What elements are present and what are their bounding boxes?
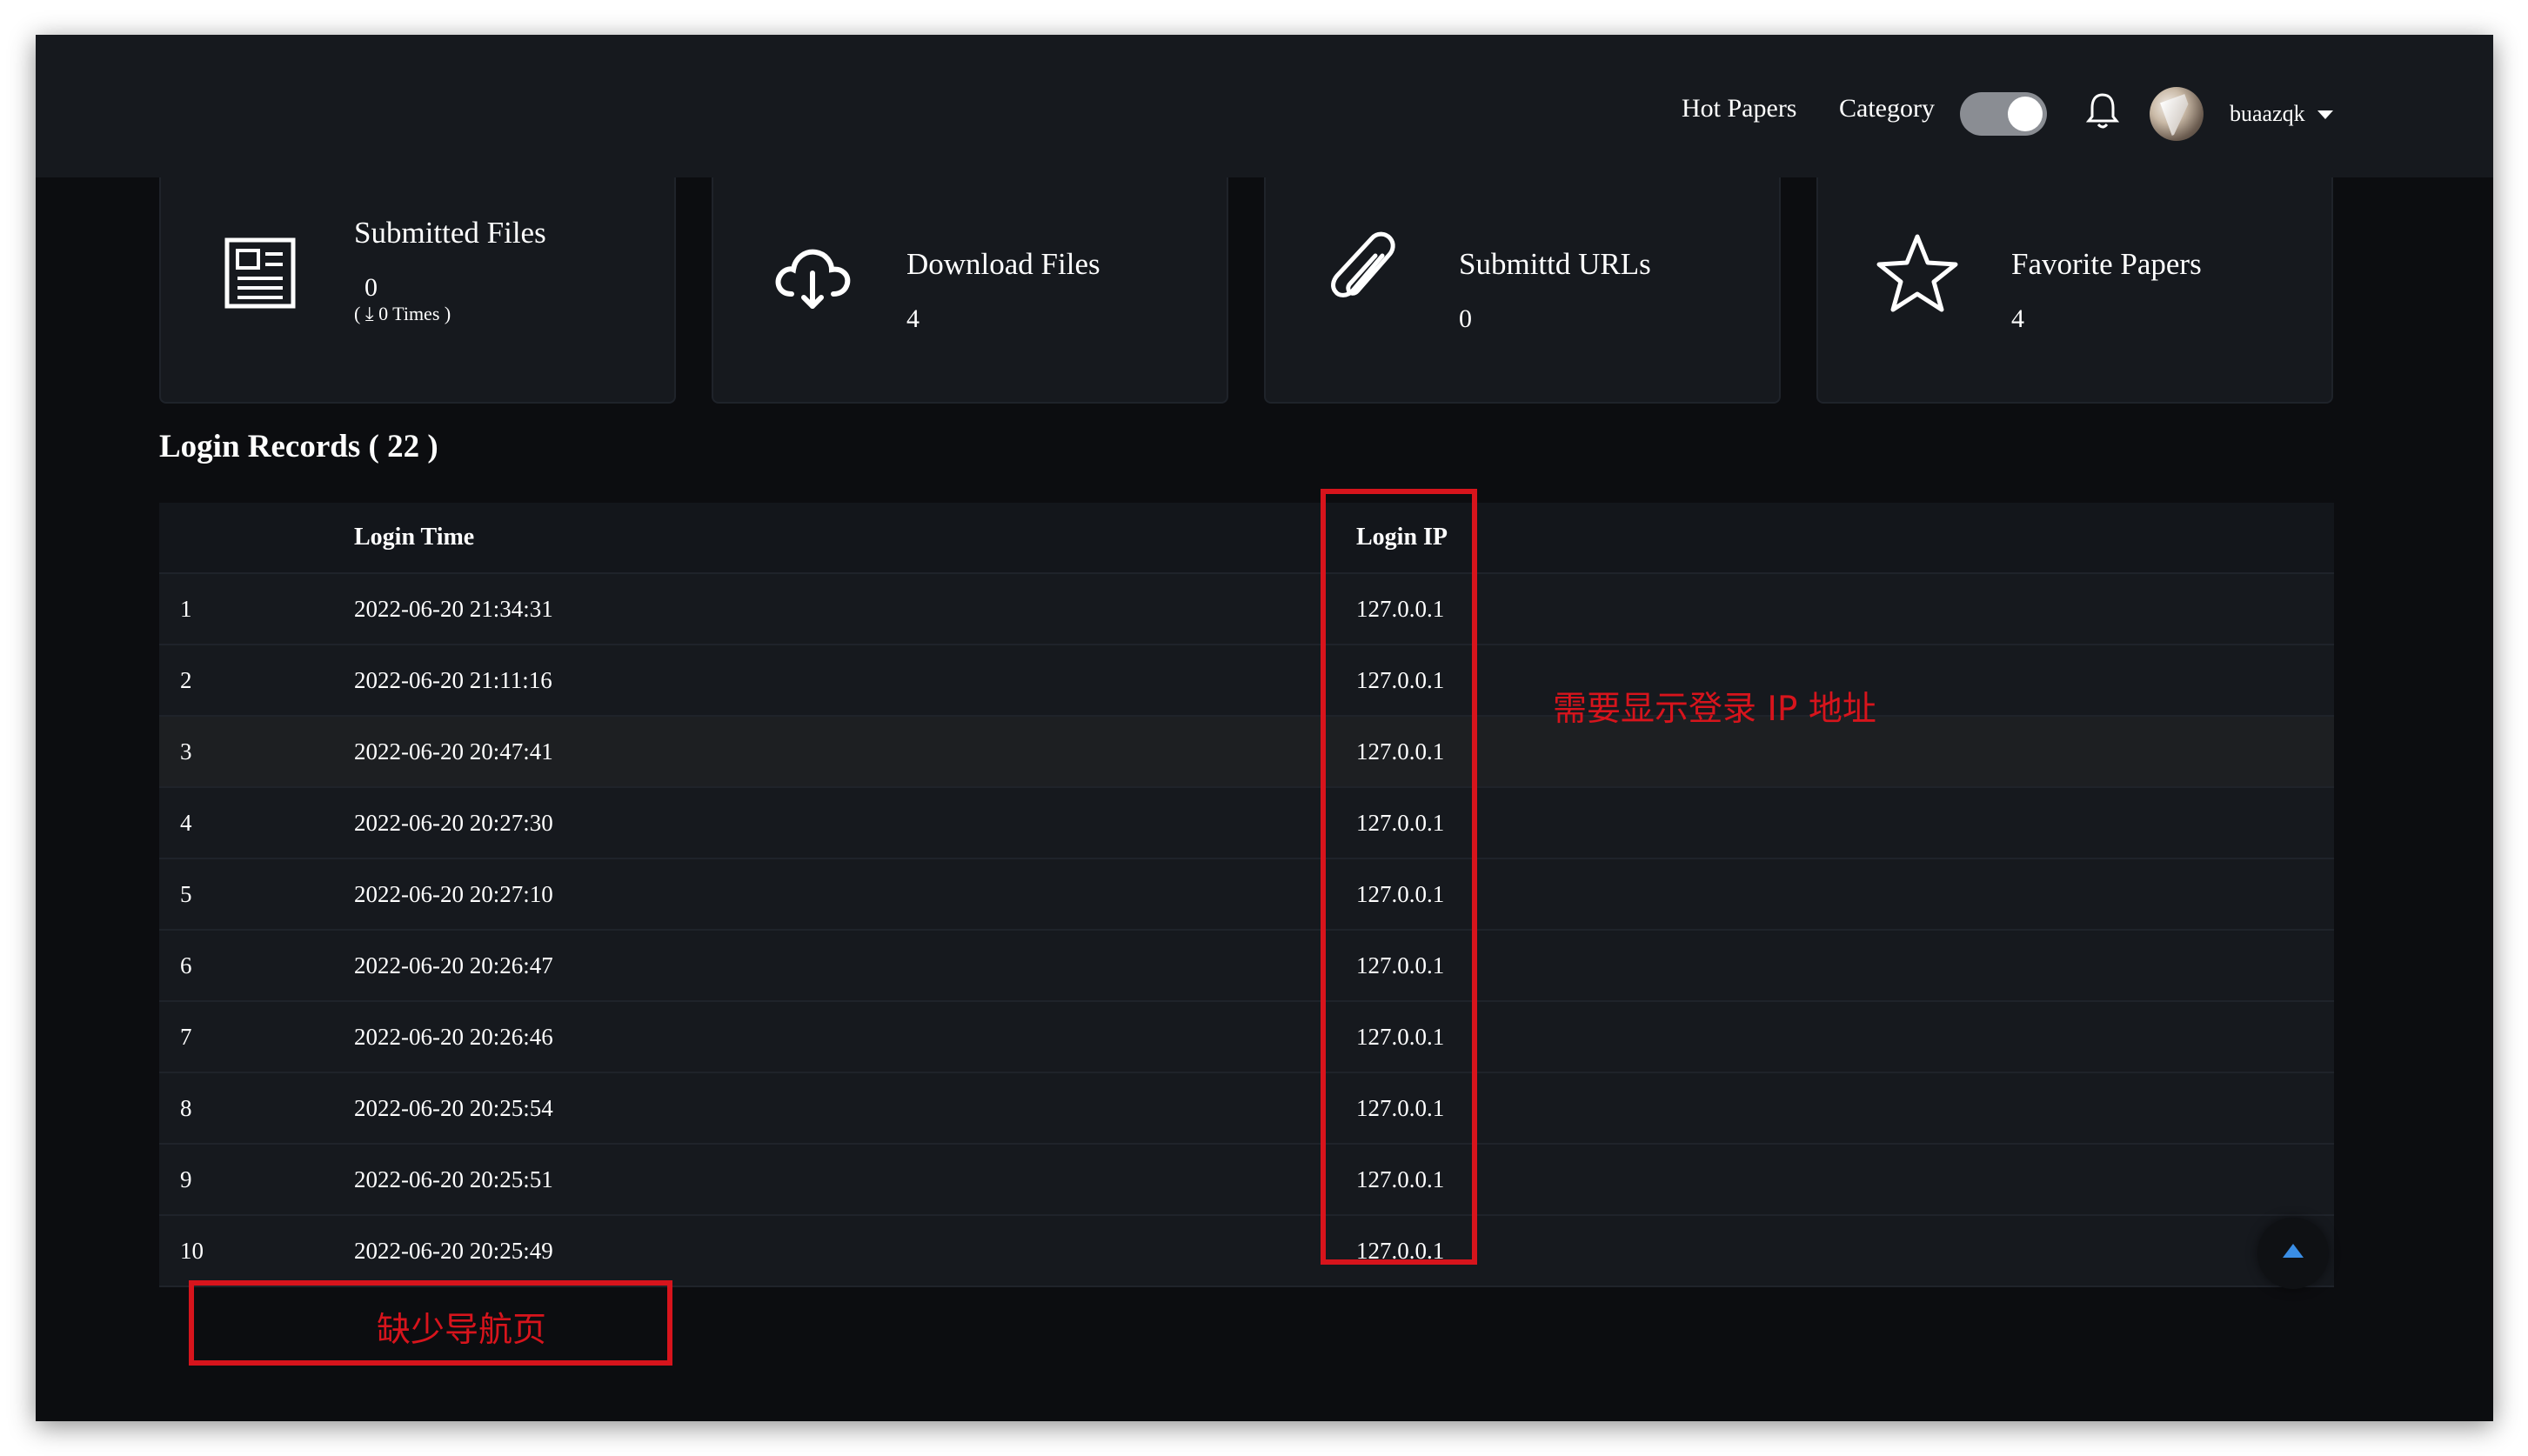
row-login-time: 2022-06-20 20:25:54 bbox=[354, 1095, 553, 1121]
toggle-knob bbox=[2008, 97, 2043, 131]
table-row: 10 2022-06-20 20:25:49 127.0.0.1 bbox=[159, 1216, 2334, 1287]
column-header-login-time: Login Time bbox=[354, 524, 475, 551]
row-login-time: 2022-06-20 20:26:47 bbox=[354, 952, 553, 978]
card-title: Submittd URLs bbox=[1459, 247, 1651, 281]
pagination-annotation-text: 缺少导航页 bbox=[377, 1311, 547, 1350]
row-index: 8 bbox=[180, 1095, 192, 1121]
table-row: 2 2022-06-20 21:11:16 127.0.0.1 bbox=[159, 645, 2334, 717]
card-title: Submitted Files bbox=[354, 216, 546, 250]
card-value: 0 bbox=[1459, 304, 1472, 333]
top-navbar: Hot Papers Category buaazqk bbox=[36, 35, 2493, 177]
row-index: 4 bbox=[180, 810, 192, 836]
bell-icon[interactable] bbox=[2084, 91, 2121, 131]
row-login-time: 2022-06-20 20:27:30 bbox=[354, 810, 553, 836]
card-title: Favorite Papers bbox=[2011, 247, 2202, 281]
table-row: 3 2022-06-20 20:47:41 127.0.0.1 bbox=[159, 717, 2334, 788]
row-index: 1 bbox=[180, 596, 192, 622]
row-login-time: 2022-06-20 20:47:41 bbox=[354, 738, 553, 765]
username-menu[interactable]: buaazqk bbox=[2230, 101, 2305, 127]
theme-toggle[interactable] bbox=[1960, 92, 2047, 136]
row-login-time: 2022-06-20 20:25:51 bbox=[354, 1166, 553, 1192]
star-icon bbox=[1876, 234, 1958, 312]
nav-category[interactable]: Category bbox=[1839, 94, 1935, 124]
download-small-icon: ⤓ bbox=[364, 303, 374, 324]
card-value: 4 bbox=[2011, 304, 2024, 333]
download-times-value: 0 Times bbox=[378, 303, 440, 324]
back-to-top-button[interactable] bbox=[2257, 1218, 2329, 1289]
nav-hot-papers[interactable]: Hot Papers bbox=[1682, 94, 1796, 124]
row-login-time: 2022-06-20 20:27:10 bbox=[354, 881, 553, 907]
cloud-download-icon bbox=[775, 249, 851, 309]
row-index: 3 bbox=[180, 738, 192, 765]
row-index: 2 bbox=[180, 667, 192, 693]
card-submitted-urls[interactable]: Submittd URLs 0 bbox=[1264, 177, 1781, 404]
table-row: 5 2022-06-20 20:27:10 127.0.0.1 bbox=[159, 859, 2334, 931]
login-records-title: Login Records ( 22 ) bbox=[159, 429, 438, 464]
card-submitted-files[interactable]: Submitted Files 0 ( ⤓ 0 Times ) bbox=[159, 177, 676, 404]
card-value: 0 bbox=[364, 273, 378, 302]
row-index: 7 bbox=[180, 1024, 192, 1050]
newspaper-icon bbox=[224, 237, 296, 309]
login-records-table: Login Time Login IP 1 2022-06-20 21:34:3… bbox=[159, 503, 2334, 1287]
table-row: 9 2022-06-20 20:25:51 127.0.0.1 bbox=[159, 1145, 2334, 1216]
card-favorite-papers[interactable]: Favorite Papers 4 bbox=[1816, 177, 2333, 404]
row-login-time: 2022-06-20 21:11:16 bbox=[354, 667, 552, 693]
table-row: 8 2022-06-20 20:25:54 127.0.0.1 bbox=[159, 1073, 2334, 1145]
card-title: Download Files bbox=[906, 247, 1100, 281]
row-index: 10 bbox=[180, 1238, 204, 1264]
app-window: Hot Papers Category buaazqk Submitted Fi… bbox=[36, 35, 2493, 1421]
row-login-time: 2022-06-20 20:26:46 bbox=[354, 1024, 553, 1050]
avatar[interactable] bbox=[2150, 87, 2204, 141]
ip-annotation-text: 需要显示登录 IP 地址 bbox=[1553, 690, 1876, 729]
table-header: Login Time Login IP bbox=[159, 503, 2334, 574]
ip-column-highlight bbox=[1321, 489, 1477, 1265]
paperclip-icon bbox=[1331, 231, 1395, 297]
card-value: 4 bbox=[906, 304, 920, 333]
download-times: ( ⤓ 0 Times ) bbox=[354, 303, 451, 324]
row-login-time: 2022-06-20 21:34:31 bbox=[354, 596, 553, 622]
row-index: 5 bbox=[180, 881, 192, 907]
row-index: 9 bbox=[180, 1166, 192, 1192]
table-row: 6 2022-06-20 20:26:47 127.0.0.1 bbox=[159, 931, 2334, 1002]
row-login-time: 2022-06-20 20:25:49 bbox=[354, 1238, 553, 1264]
table-row: 4 2022-06-20 20:27:30 127.0.0.1 bbox=[159, 788, 2334, 859]
table-row: 1 2022-06-20 21:34:31 127.0.0.1 bbox=[159, 574, 2334, 645]
card-download-files[interactable]: Download Files 4 bbox=[712, 177, 1228, 404]
chevron-down-icon[interactable] bbox=[2317, 110, 2333, 119]
table-row: 7 2022-06-20 20:26:46 127.0.0.1 bbox=[159, 1002, 2334, 1073]
row-index: 6 bbox=[180, 952, 192, 978]
